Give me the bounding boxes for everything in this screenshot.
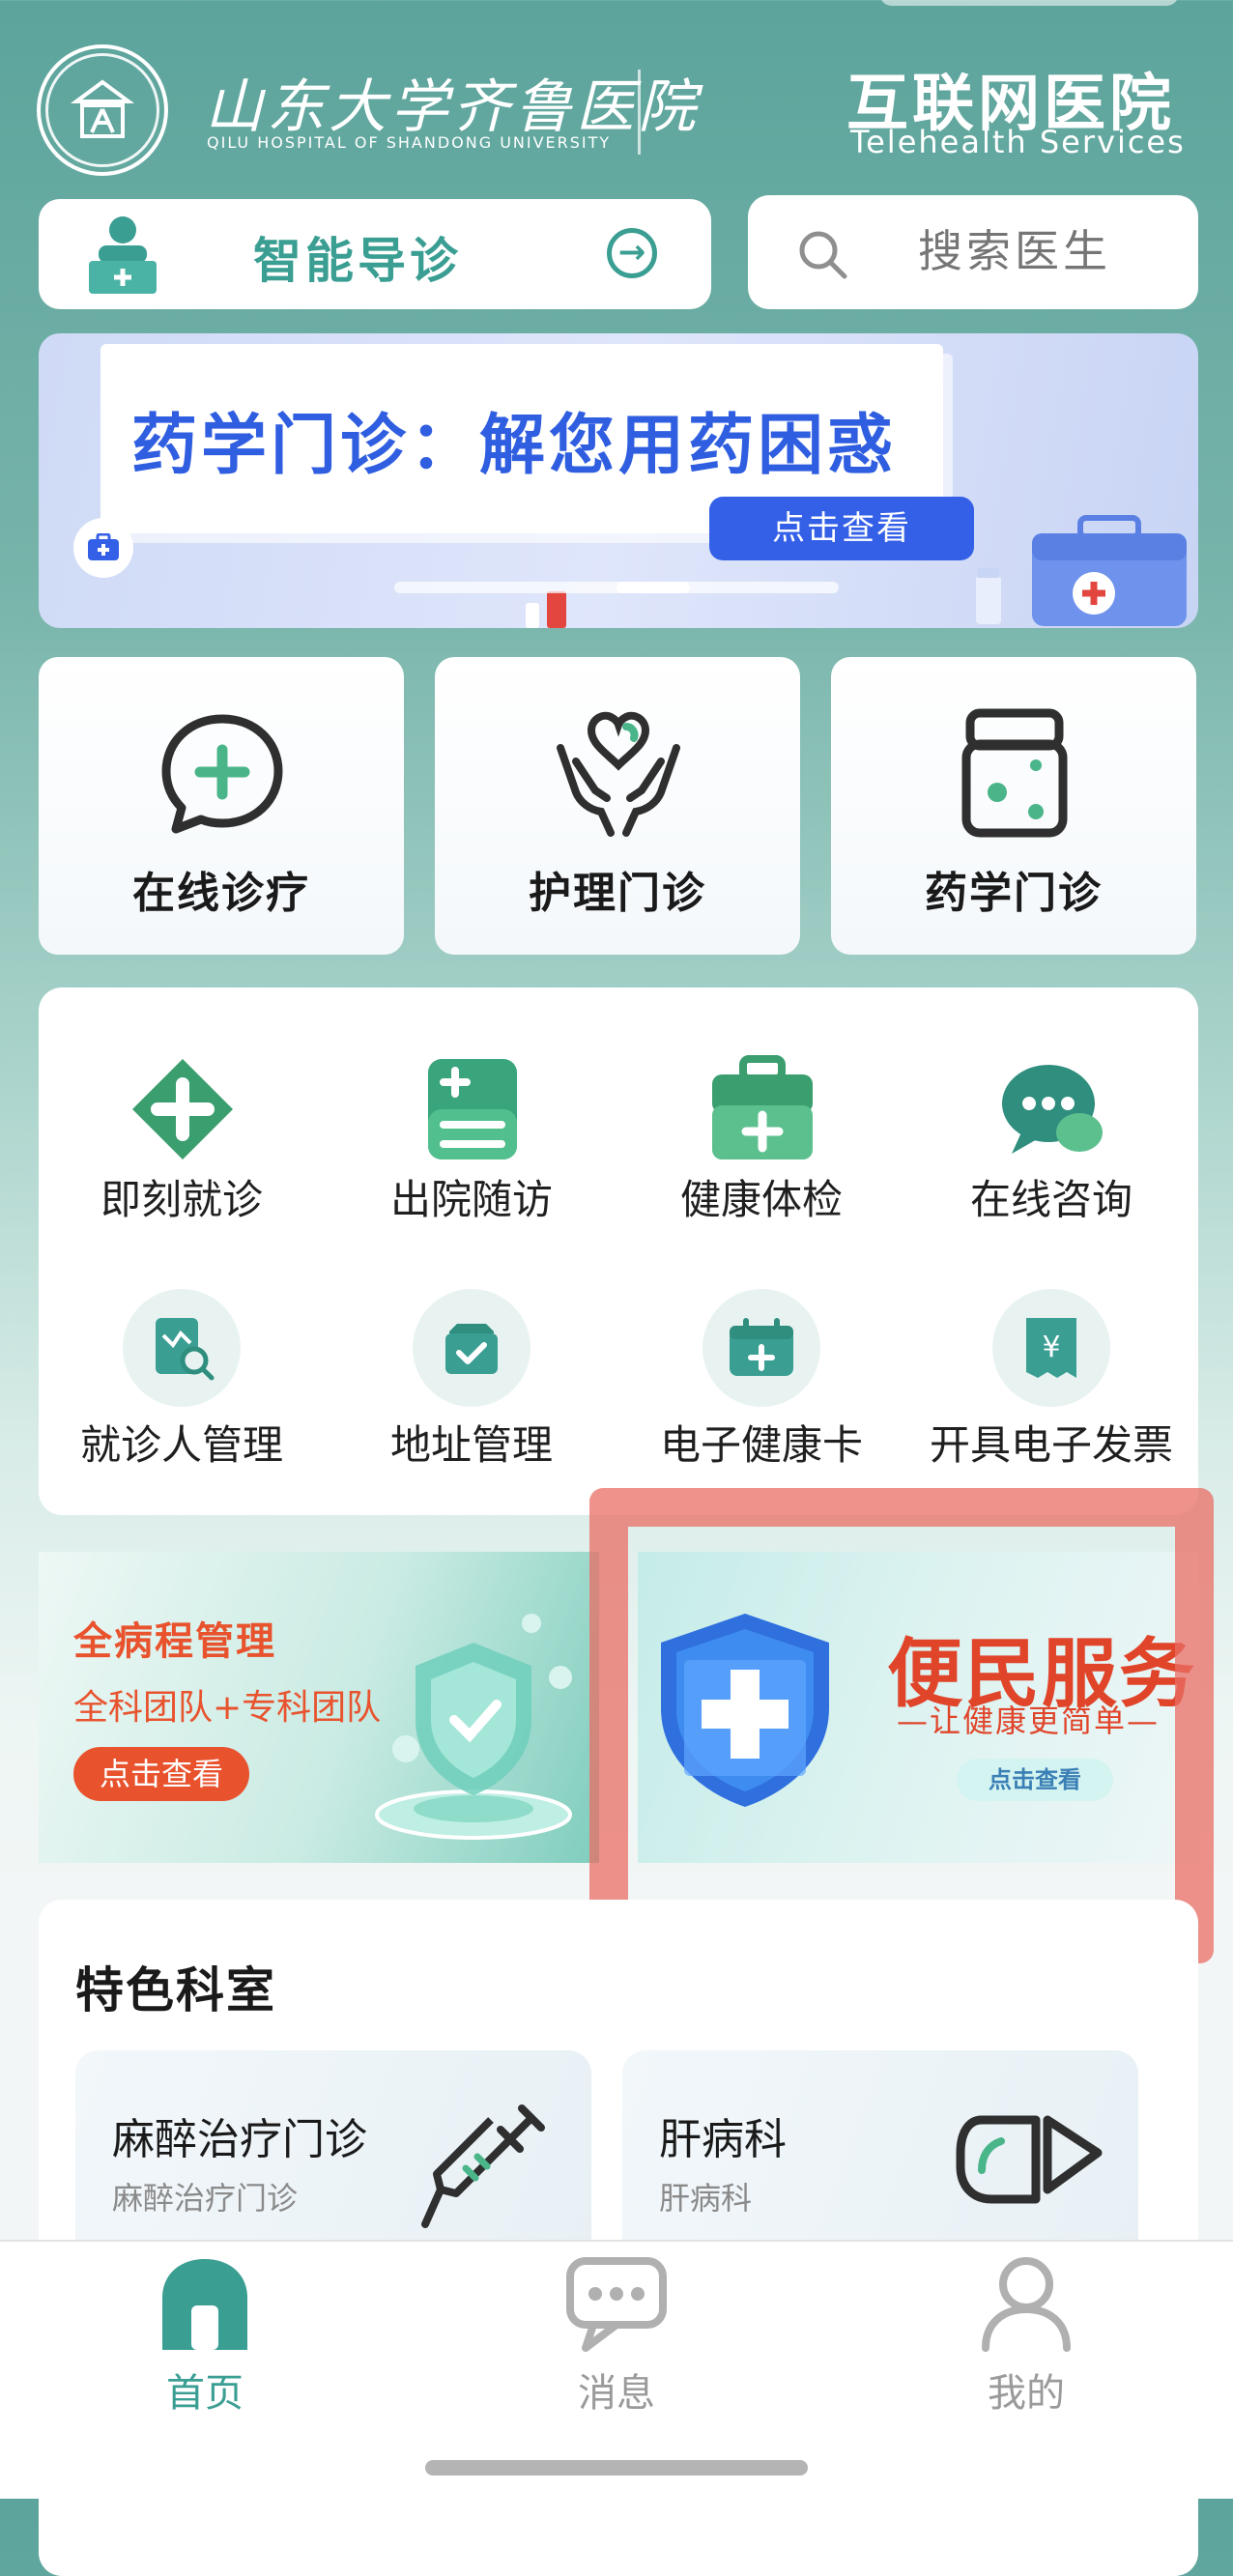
doctor-desk-icon (89, 216, 157, 294)
arrow-right-icon: → (607, 228, 657, 278)
medical-kit-illustration (976, 515, 1187, 626)
online-treatment-label: 在线诊疗 (132, 869, 310, 918)
carousel-indicator-active (616, 582, 690, 593)
highlight-box (589, 1488, 1214, 1963)
hospital-name-cn: 山东大学齐鲁医院 (205, 73, 700, 141)
home-indicator (425, 2460, 808, 2476)
health-card-icon (703, 1289, 820, 1407)
status-pill (879, 0, 1179, 6)
chat-plus-icon (161, 714, 283, 834)
service-label: 电子健康卡 (659, 1421, 863, 1469)
pharmacy-clinic-label: 药学门诊 (925, 869, 1103, 918)
hospital-name-en: QILU HOSPITAL OF SHANDONG UNIVERSITY (207, 133, 612, 152)
header-divider (638, 70, 641, 155)
small-medkit-icon (73, 518, 133, 578)
message-icon (566, 2257, 667, 2352)
medicine-jar-icon (961, 708, 1068, 838)
service-label: 健康体检 (679, 1176, 843, 1223)
medical-kit-icon (712, 1055, 813, 1159)
department-subtitle: 肝病科 (659, 2180, 753, 2217)
disease-management-subtitle: 全科团队+专科团队 (73, 1688, 382, 1728)
disease-management-view-button[interactable]: 点击查看 (73, 1747, 249, 1801)
nav-label-profile: 我的 (988, 2371, 1065, 2416)
liver-icon (956, 2115, 1103, 2204)
service-label: 即刻就诊 (100, 1176, 263, 1223)
nav-label-messages: 消息 (578, 2371, 655, 2416)
service-label: 在线咨询 (969, 1176, 1133, 1223)
care-hands-icon (557, 711, 680, 837)
chat-bubbles-icon (1002, 1065, 1103, 1154)
svg-text:¥: ¥ (1042, 1331, 1060, 1364)
service-label: 开具电子发票 (929, 1421, 1173, 1469)
patient-search-icon (123, 1289, 241, 1407)
service-name-en: Telehealth Services (850, 124, 1186, 160)
department-subtitle: 麻醉治疗门诊 (112, 2180, 299, 2217)
medical-cross-icon (132, 1059, 233, 1159)
nursing-clinic-label: 护理门诊 (529, 869, 706, 918)
profile-icon (982, 2257, 1071, 2352)
banner-view-button[interactable]: 点击查看 (709, 497, 974, 560)
smart-guide-label: 智能导诊 (253, 233, 462, 289)
calculator-icon (428, 1059, 517, 1159)
banner-title: 药学门诊：解您用药困惑 (131, 408, 898, 484)
department-name: 麻醉治疗门诊 (112, 2115, 367, 2164)
nav-label-home: 首页 (166, 2371, 244, 2416)
department-name: 肝病科 (659, 2115, 787, 2164)
service-label: 就诊人管理 (79, 1421, 283, 1469)
search-icon (799, 231, 847, 279)
service-label: 地址管理 (389, 1421, 553, 1469)
home-icon (162, 2259, 247, 2350)
invoice-icon: ¥ (992, 1289, 1110, 1407)
service-label: 出院随访 (389, 1176, 553, 1223)
featured-departments-heading: 特色科室 (75, 1962, 276, 2018)
address-check-icon (413, 1289, 530, 1407)
hospital-seal-logo (37, 44, 168, 176)
disease-management-title: 全病程管理 (73, 1619, 276, 1664)
shield-check-illustration (375, 1614, 572, 1840)
search-doctor-input[interactable] (916, 224, 1171, 278)
syringe-icon (421, 2104, 545, 2228)
